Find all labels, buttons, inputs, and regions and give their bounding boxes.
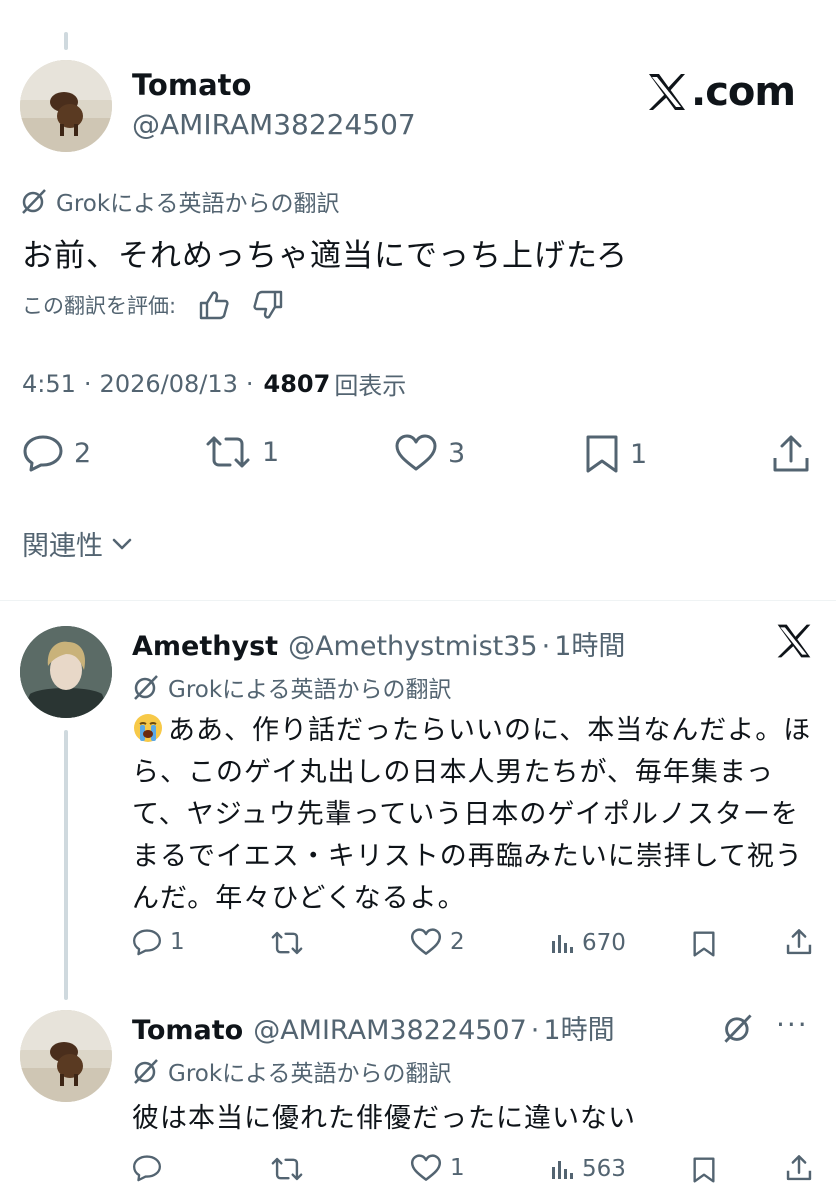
author-handle[interactable]: @AMIRAM38224507: [253, 1015, 527, 1046]
views-button[interactable]: 563: [550, 1156, 626, 1182]
repost-icon: [270, 1156, 304, 1182]
brand-site-text: .com: [691, 69, 796, 115]
reply-text: 彼は本当に優れた俳優だったに違いない: [132, 1103, 636, 1134]
views-button[interactable]: 670: [550, 930, 626, 956]
tweet-meta: 4:51 · 2026/08/13 · 4807 回表示: [22, 366, 406, 401]
author-handle[interactable]: @AMIRAM38224507: [132, 108, 416, 141]
repost-button[interactable]: 1: [204, 434, 279, 470]
tweet-date[interactable]: 2026/08/13: [100, 370, 238, 398]
like-button[interactable]: 1: [410, 1154, 465, 1182]
separator: ·: [530, 1015, 540, 1046]
heart-icon: [394, 434, 438, 472]
heart-icon: [410, 1154, 442, 1182]
tweet-time[interactable]: 4:51: [22, 370, 76, 398]
reply-count: 1: [170, 929, 185, 955]
like-button[interactable]: 3: [394, 434, 465, 472]
x-logo-icon: [645, 72, 689, 112]
translation-notice: Grokによる英語からの翻訳: [132, 1054, 451, 1088]
author-name[interactable]: Amethyst: [132, 631, 278, 662]
translation-label: Grokによる英語からの翻訳: [56, 191, 340, 217]
author-name[interactable]: Tomato: [132, 1015, 243, 1046]
bookmark-icon: [584, 434, 620, 474]
translation-notice: Grokによる英語からの翻訳: [132, 670, 451, 704]
separator: ·: [83, 369, 92, 398]
reply-header: Tomato @AMIRAM38224507 · 1時間: [132, 1008, 615, 1047]
share-icon: [786, 928, 812, 956]
avatar[interactable]: [20, 1010, 112, 1102]
repost-count: 1: [262, 436, 280, 468]
more-options-icon[interactable]: ···: [776, 1008, 809, 1041]
share-button[interactable]: [786, 928, 812, 956]
rate-translation-label: この翻訳を評価:: [22, 294, 177, 318]
avatar[interactable]: [20, 626, 112, 718]
reply-icon: [132, 928, 162, 956]
reply-button[interactable]: 1: [132, 928, 185, 956]
reply-body-text: ああ、作り話だったらいいのに、本当なんだよ。ほら、このゲイ丸出しの日本人男たちが…: [132, 715, 812, 914]
translation-label: Grokによる英語からの翻訳: [168, 677, 452, 703]
sort-label: 関連性: [22, 531, 103, 562]
reply-count: 2: [74, 437, 92, 469]
chevron-down-icon: [111, 537, 133, 551]
like-count: 3: [448, 437, 466, 469]
repost-button[interactable]: [270, 1156, 304, 1182]
reply-icon: [22, 434, 64, 472]
heart-icon: [410, 928, 442, 956]
view-count-label: 回表示: [334, 372, 407, 400]
rate-translation: この翻訳を評価:: [22, 290, 284, 320]
like-count: 2: [450, 929, 465, 955]
share-icon: [772, 434, 810, 474]
bookmark-button[interactable]: 1: [584, 434, 647, 474]
grok-icon: [132, 1057, 160, 1085]
grok-icon: [132, 673, 160, 701]
author-name[interactable]: Tomato: [132, 68, 251, 102]
bar-chart-icon: [550, 1157, 574, 1181]
reply-header: Amethyst @Amethystmist35 · 1時間: [132, 624, 625, 663]
loudly-crying-emoji-icon: [132, 712, 164, 744]
share-icon: [786, 1154, 812, 1182]
like-count: 1: [450, 1155, 465, 1181]
grok-icon: [20, 187, 48, 215]
separator: ·: [245, 369, 254, 398]
repost-button[interactable]: [270, 930, 304, 956]
bookmark-button[interactable]: [692, 1156, 716, 1184]
tweet-text: お前、それめっちゃ適当にでっち上げたろ: [22, 238, 629, 274]
divider: [0, 600, 836, 601]
thread-line: [64, 730, 68, 1000]
reply-button[interactable]: [132, 1154, 162, 1182]
separator: ·: [541, 631, 551, 662]
bookmark-icon: [692, 1156, 716, 1184]
avatar[interactable]: [20, 60, 112, 152]
reply-text: ああ、作り話だったらいいのに、本当なんだよ。ほら、このゲイ丸出しの日本人男たちが…: [132, 710, 812, 920]
bookmark-button[interactable]: [692, 930, 716, 958]
thumbs-down-icon[interactable]: [252, 290, 284, 320]
reply-time[interactable]: 1時間: [543, 1008, 614, 1047]
x-logo-icon: [774, 622, 814, 660]
bookmark-count: 1: [630, 438, 648, 470]
reply-time[interactable]: 1時間: [554, 624, 625, 663]
translation-label: Grokによる英語からの翻訳: [168, 1061, 452, 1087]
author-handle[interactable]: @Amethystmist35: [288, 631, 538, 662]
share-button[interactable]: [786, 1154, 812, 1182]
repost-icon: [204, 434, 252, 470]
brand-logo: .com: [645, 66, 796, 118]
view-count: 4807: [263, 369, 331, 398]
view-count: 670: [582, 930, 626, 956]
like-button[interactable]: 2: [410, 928, 465, 956]
grok-icon[interactable]: [722, 1012, 754, 1044]
translation-notice: Grokによる英語からの翻訳: [20, 184, 339, 218]
sort-relevance-dropdown[interactable]: 関連性: [22, 524, 133, 563]
reply-button[interactable]: 2: [22, 434, 91, 472]
share-button[interactable]: [772, 434, 810, 474]
thumbs-up-icon[interactable]: [198, 290, 230, 320]
bookmark-icon: [692, 930, 716, 958]
thread-line: [64, 32, 68, 50]
reply-icon: [132, 1154, 162, 1182]
view-count: 563: [582, 1156, 626, 1182]
repost-icon: [270, 930, 304, 956]
bar-chart-icon: [550, 931, 574, 955]
